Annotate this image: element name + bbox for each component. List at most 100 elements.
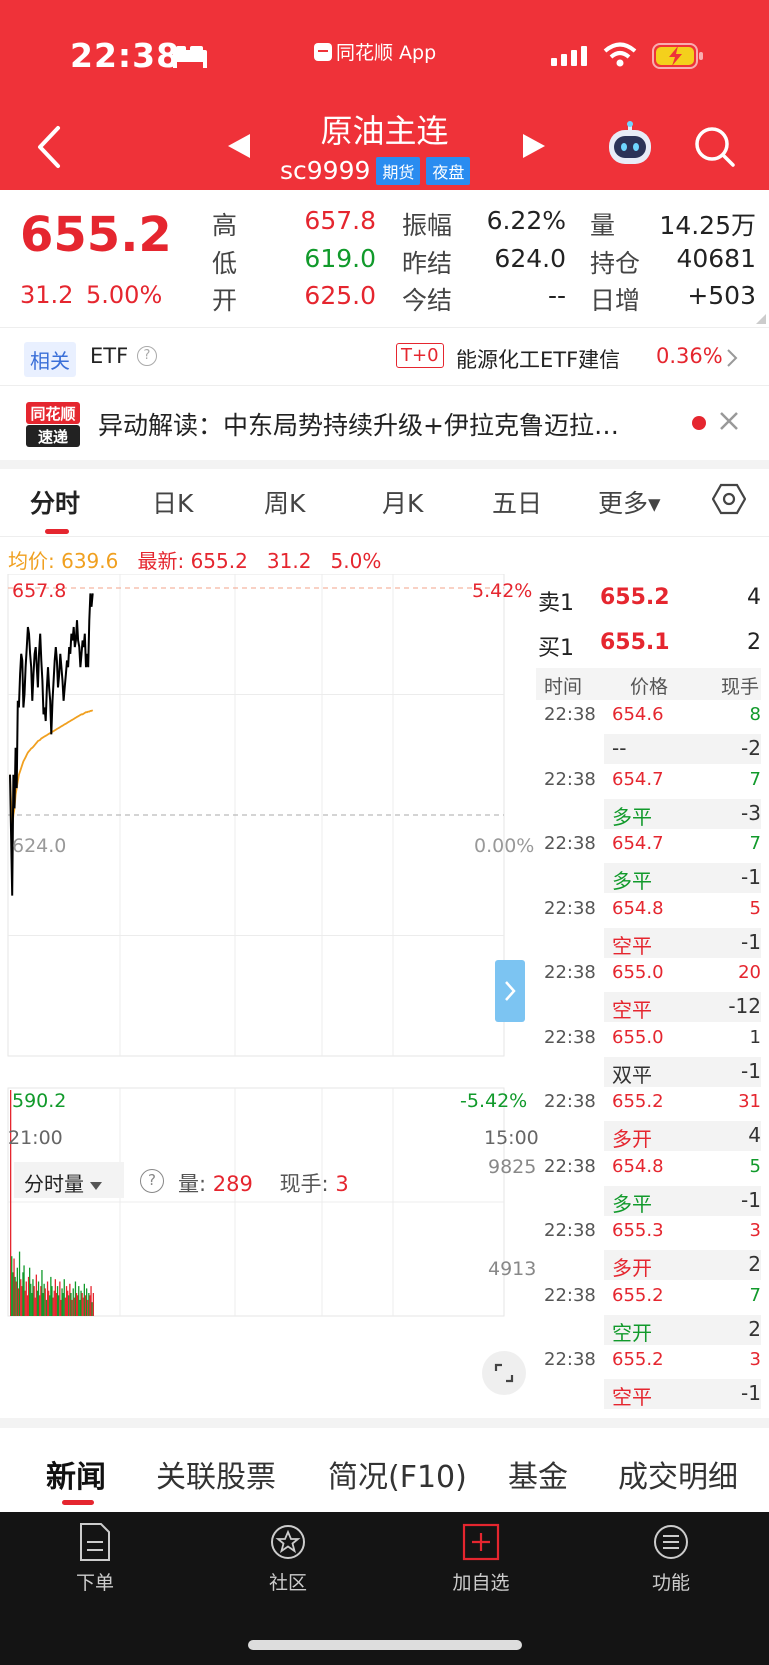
document-icon xyxy=(80,1523,110,1561)
tab-fund[interactable]: 基金 xyxy=(508,1452,568,1496)
expand-panel-button[interactable] xyxy=(495,960,525,1022)
fullscreen-button[interactable] xyxy=(482,1351,526,1395)
tab-week-k[interactable]: 周K xyxy=(264,484,305,520)
sell1-volume: 4 xyxy=(747,585,761,610)
section-divider xyxy=(0,1418,769,1428)
tick-oi-change: -1 xyxy=(741,929,761,954)
app-logo-icon xyxy=(314,42,332,61)
buy1-price: 655.1 xyxy=(600,630,670,655)
price-high-label: 657.8 xyxy=(12,580,67,602)
status-app-label: 同花顺 App xyxy=(314,38,436,65)
pct-high-label: 5.42% xyxy=(472,580,533,602)
sell1-label: 卖1 xyxy=(538,591,574,616)
wifi-icon xyxy=(603,42,637,67)
tick-row: 22:38 655.0 1 双平 -1 xyxy=(536,1025,761,1089)
volume-bar xyxy=(32,1279,34,1316)
quote-value: -- xyxy=(547,281,566,310)
tick-time: 22:38 xyxy=(544,1284,596,1306)
quote-value: 14.25万 xyxy=(659,211,756,240)
tick-time: 22:38 xyxy=(544,768,596,790)
etf-change: 0.36% xyxy=(656,344,723,368)
tick-volume: 5 xyxy=(749,897,761,919)
tick-nature-row: 空平 -1 xyxy=(604,1379,761,1409)
volume-info: 量: 289 现手: 3 xyxy=(178,1172,349,1196)
hand-value: 3 xyxy=(335,1172,349,1196)
avg-price-label: 均价: xyxy=(8,549,55,573)
volume-mid-label: 4913 xyxy=(488,1258,537,1280)
tick-price: 655.2 xyxy=(612,1284,664,1306)
signal-icon xyxy=(551,46,587,66)
settings-hexagon-icon[interactable] xyxy=(712,482,746,516)
toolbar-community[interactable]: 社区 xyxy=(243,1522,333,1595)
volume-bar xyxy=(92,1293,94,1316)
tab-related-stocks[interactable]: 关联股票 xyxy=(156,1452,276,1496)
status-time: 22:38 xyxy=(70,36,181,75)
tick-nature: 多平 xyxy=(612,804,652,829)
tick-volume: 3 xyxy=(749,1220,761,1241)
toolbar-add-watchlist[interactable]: 加自选 xyxy=(436,1522,526,1595)
volume-type-select[interactable]: 分时量 xyxy=(14,1162,124,1198)
last-price: 655.2 xyxy=(20,207,172,263)
help-icon[interactable]: ? xyxy=(137,346,157,366)
tick-price: 655.0 xyxy=(612,962,664,983)
volume-bar xyxy=(91,1302,93,1316)
toolbar-functions[interactable]: 功能 xyxy=(626,1522,716,1595)
tick-nature-row: 双平 -1 xyxy=(604,1056,761,1087)
help-icon[interactable]: ? xyxy=(140,1169,164,1193)
tab-news[interactable]: 新闻 xyxy=(46,1452,106,1496)
section-divider xyxy=(0,460,769,469)
tab-timeshare[interactable]: 分时 xyxy=(30,484,80,520)
quote-label: 持仓 xyxy=(590,249,641,278)
menu-circle-icon xyxy=(654,1525,688,1559)
tick-price: 654.6 xyxy=(612,704,664,725)
chart-grid xyxy=(7,574,505,1317)
tab-profile[interactable]: 简况(F10) xyxy=(328,1452,467,1496)
tick-nature-row: 多开 2 xyxy=(604,1250,761,1280)
volume-max-label: 9825 xyxy=(488,1156,537,1178)
next-contract-button[interactable] xyxy=(521,132,547,160)
tick-nature-row: 空开 2 xyxy=(604,1314,761,1345)
tab-five-day[interactable]: 五日 xyxy=(492,484,542,520)
tab-more[interactable]: 更多▾ xyxy=(598,484,661,520)
tick-volume: 20 xyxy=(738,962,761,983)
ticks-header-volume: 现手 xyxy=(720,676,759,698)
price-change: 31.2 xyxy=(20,281,74,309)
tick-price: 654.7 xyxy=(612,833,664,854)
news-headline[interactable]: 异动解读：中东局势持续升级+伊拉克鲁迈拉… xyxy=(98,406,619,442)
time-end-label: 15:00 xyxy=(484,1127,539,1149)
toolbar-order[interactable]: 下单 xyxy=(50,1522,140,1595)
time-start-label: 21:00 xyxy=(8,1127,63,1149)
news-flash-logo: 同花顺速递 xyxy=(26,402,80,447)
sleep-bed-icon xyxy=(173,46,207,68)
quote-value: 619.0 xyxy=(304,244,376,273)
chevron-right-icon[interactable] xyxy=(726,348,738,368)
tick-row: 22:38 655.3 3 多开 2 xyxy=(536,1218,761,1282)
tag-futures: 期货 xyxy=(376,156,421,185)
quote-label: 今结 xyxy=(402,286,453,315)
tick-oi-change: -1 xyxy=(741,865,761,889)
tab-day-k[interactable]: 日K xyxy=(152,484,193,520)
ticks-header-price: 价格 xyxy=(630,676,669,698)
tab-trade-detail[interactable]: 成交明细 xyxy=(618,1452,738,1496)
quote-value: +503 xyxy=(687,281,756,310)
close-icon[interactable] xyxy=(718,410,740,432)
tick-row: 22:38 654.7 7 多平 -3 xyxy=(536,767,761,831)
tick-oi-change: 2 xyxy=(748,1316,761,1341)
tick-price: 655.2 xyxy=(612,1091,664,1112)
active-tab-indicator xyxy=(45,529,69,534)
tick-nature-row: -- -2 xyxy=(604,734,761,764)
tab-month-k[interactable]: 月K xyxy=(382,484,423,520)
search-icon[interactable] xyxy=(692,124,736,168)
robot-assistant-icon[interactable] xyxy=(605,120,655,170)
tick-row: 22:38 654.8 5 空平 -1 xyxy=(536,896,761,960)
tick-nature-row: 多平 -1 xyxy=(604,1185,761,1216)
quote-value: 625.0 xyxy=(304,281,376,310)
tick-nature-row: 空平 -12 xyxy=(604,992,761,1022)
t0-badge: T+0 xyxy=(396,343,444,368)
quote-label: 量 xyxy=(590,211,616,240)
volume-value: 289 xyxy=(212,1172,253,1196)
tick-nature: 多开 xyxy=(612,1256,652,1280)
tick-volume: 7 xyxy=(749,833,761,854)
etf-name[interactable]: 能源化工ETF建信 xyxy=(456,344,620,374)
tick-nature: 空平 xyxy=(612,933,652,958)
